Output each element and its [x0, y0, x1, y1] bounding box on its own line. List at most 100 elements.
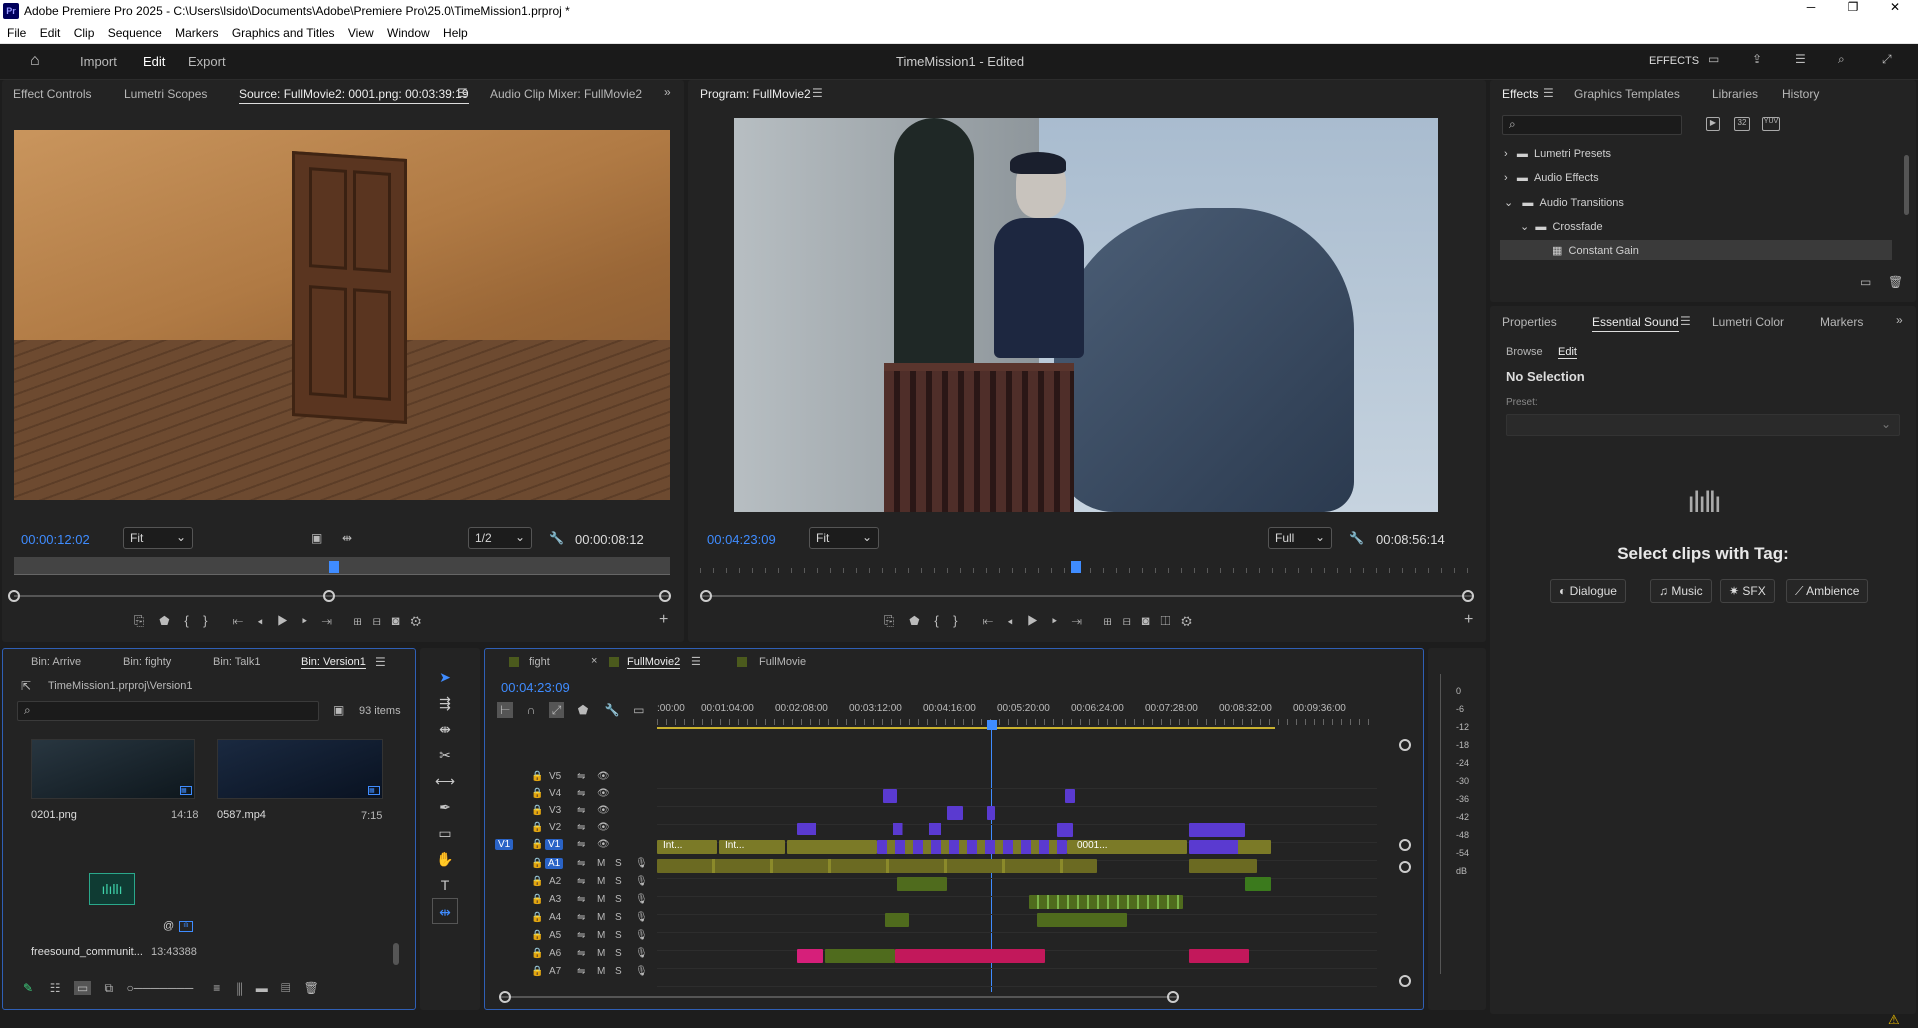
tab-source[interactable]: Source: FullMovie2: 0001.png: 00:03:39:1…	[239, 87, 469, 104]
close-icon[interactable]: ✕	[1880, 0, 1910, 14]
import-tab[interactable]: Import	[80, 54, 117, 69]
export-tab[interactable]: Export	[188, 54, 226, 69]
lift-clip-icon[interactable]: ⊞	[1104, 613, 1112, 628]
clip-a2[interactable]	[1245, 877, 1271, 891]
program-step-forward-icon[interactable]: ▸	[1052, 613, 1057, 628]
clip-v4[interactable]	[883, 789, 897, 803]
tree-audio-effects[interactable]: › ▬ Audio Effects	[1504, 172, 1599, 184]
clip-v1[interactable]: Int...	[719, 840, 785, 854]
edit-tab[interactable]: Edit	[143, 54, 165, 69]
program-add-button-icon[interactable]: +	[1464, 611, 1473, 629]
clip-v1[interactable]: Int...	[657, 840, 717, 854]
tab-audio-clip-mixer[interactable]: Audio Clip Mixer: FullMovie2	[490, 87, 642, 101]
dialogue-button[interactable]: ◐ Dialogue	[1550, 579, 1626, 603]
fullscreen-icon[interactable]: ⤢	[1882, 52, 1892, 67]
selection-tool-icon[interactable]: ➤	[432, 664, 458, 690]
timeline-timecode[interactable]: 00:04:23:09	[501, 680, 570, 695]
tab-markers[interactable]: Markers	[1820, 315, 1863, 329]
tab-fullmovie2[interactable]: FullMovie2	[627, 656, 681, 669]
new-bin-folder-icon[interactable]: ▬	[256, 981, 268, 995]
tab-lumetri-scopes[interactable]: Lumetri Scopes	[124, 87, 207, 101]
tab-bin-arrive[interactable]: Bin: Arrive	[31, 656, 81, 668]
source-time-ruler[interactable]	[14, 557, 670, 575]
sort-icon[interactable]: ≡	[213, 981, 220, 995]
tab-program[interactable]: Program: FullMovie2	[700, 87, 811, 101]
source-timecode[interactable]: 00:00:12:02	[21, 532, 90, 547]
clip-a6[interactable]	[797, 949, 823, 963]
nest-icon[interactable]: ⊢	[497, 702, 514, 718]
clip-v2[interactable]	[1189, 823, 1245, 837]
new-search-bin-icon[interactable]: ▣	[333, 703, 344, 717]
tree-crossfade[interactable]: ⌄ ▬ Crossfade	[1520, 220, 1603, 233]
insert-icon[interactable]: ⇹	[342, 531, 352, 545]
tab-bin-version1[interactable]: Bin: Version1	[301, 656, 366, 669]
program-time-ruler[interactable]	[700, 558, 1474, 574]
lift-icon[interactable]: ⎘	[884, 613, 894, 628]
tab-browse[interactable]: Browse	[1506, 346, 1543, 358]
source-fit-dropdown[interactable]: Fit ⌄	[123, 527, 193, 549]
play-icon[interactable]: ▶	[277, 613, 287, 628]
program-zoom-bar[interactable]	[700, 595, 1474, 597]
clip-v3[interactable]	[947, 806, 963, 820]
camera-icon[interactable]: ◙	[392, 613, 400, 628]
more-tabs-icon[interactable]: »	[664, 85, 671, 99]
tab-bin-fighty[interactable]: Bin: fighty	[123, 656, 171, 668]
timeline-settings-icon[interactable]: 🔧	[605, 703, 620, 717]
export-frame-icon[interactable]: ◙	[1142, 613, 1150, 628]
rectangle-tool-icon[interactable]: ▭	[432, 820, 458, 846]
overwrite-icon[interactable]: ⊟	[373, 613, 381, 628]
button-editor-icon[interactable]: ⚙	[410, 613, 421, 628]
source-zoom-bar[interactable]	[14, 595, 670, 597]
effects-search-input[interactable]: ⌕	[1502, 115, 1682, 135]
share-icon[interactable]: ⇪	[1752, 52, 1762, 66]
32bit-filter-icon[interactable]: 32	[1734, 117, 1750, 131]
clip-a4[interactable]	[1037, 913, 1127, 927]
tab-fullmovie[interactable]: FullMovie	[759, 656, 806, 668]
clip-v1[interactable]	[1189, 840, 1271, 854]
menu-markers[interactable]: Markers	[175, 26, 218, 40]
program-mark-out-icon[interactable]: }	[953, 613, 957, 628]
extract-icon[interactable]: ⊟	[1123, 613, 1131, 628]
tab-effect-controls[interactable]: Effect Controls	[13, 87, 91, 101]
linked-selection-icon[interactable]: ⤢	[548, 702, 565, 718]
maximize-icon[interactable]: ❐	[1838, 0, 1868, 14]
track-area[interactable]: Int... Int... 0001...	[657, 771, 1377, 991]
timeline-ruler[interactable]: :00:00 00:01:04:00 00:02:08:00 00:03:12:…	[657, 703, 1401, 731]
home-icon[interactable]: ⌂	[30, 52, 40, 70]
hand-tool-icon[interactable]: ✋	[432, 846, 458, 872]
accelerated-filter-icon[interactable]: ▶	[1706, 117, 1720, 131]
program-menu-icon[interactable]: ☰	[812, 86, 823, 100]
insert-clip-icon[interactable]: ⊞	[354, 613, 362, 628]
slip-tool-icon[interactable]: ⟷	[432, 768, 458, 794]
essential-menu-icon[interactable]: ☰	[1680, 314, 1691, 328]
clip-a6[interactable]	[825, 949, 895, 963]
list-view-icon[interactable]: ☷	[50, 981, 61, 995]
clip-v2[interactable]	[1057, 823, 1073, 837]
source-playhead[interactable]	[329, 561, 339, 573]
drop-icon[interactable]: ⎘	[134, 613, 144, 628]
source-patch-v1[interactable]: V1	[495, 839, 514, 850]
zoom-slider[interactable]: ○───────	[126, 981, 193, 995]
clip-a2[interactable]	[897, 877, 947, 891]
tab-bin-talk1[interactable]: Bin: Talk1	[213, 656, 261, 668]
program-fit-dropdown[interactable]: Fit ⌄	[809, 527, 879, 549]
tab-fight[interactable]: fight	[529, 656, 550, 668]
work-area-bar[interactable]	[657, 727, 1275, 729]
menu-clip[interactable]: Clip	[74, 26, 95, 40]
panel-menu-icon[interactable]: ☰	[457, 86, 468, 100]
new-bin-icon[interactable]: ▭	[1860, 275, 1871, 289]
clip-a4[interactable]	[885, 913, 909, 927]
bin-menu-icon[interactable]: ☰	[375, 655, 386, 669]
mark-out-icon[interactable]: }	[203, 613, 207, 628]
clip-v1[interactable]	[787, 840, 877, 854]
wrench-icon[interactable]: 🔧	[549, 531, 564, 545]
tab-lumetri-color[interactable]: Lumetri Color	[1712, 315, 1784, 329]
music-button[interactable]: ♫ Music	[1650, 579, 1712, 603]
mark-in-icon[interactable]: {	[184, 613, 188, 628]
clip-a1[interactable]	[657, 859, 1097, 873]
effects-menu-icon[interactable]: ☰	[1543, 86, 1554, 100]
program-mark-in-icon[interactable]: {	[934, 613, 938, 628]
bin-search-input[interactable]: ⌕	[17, 701, 319, 721]
program-wrench-icon[interactable]: 🔧	[1349, 531, 1364, 545]
program-play-icon[interactable]: ▶	[1027, 613, 1037, 628]
